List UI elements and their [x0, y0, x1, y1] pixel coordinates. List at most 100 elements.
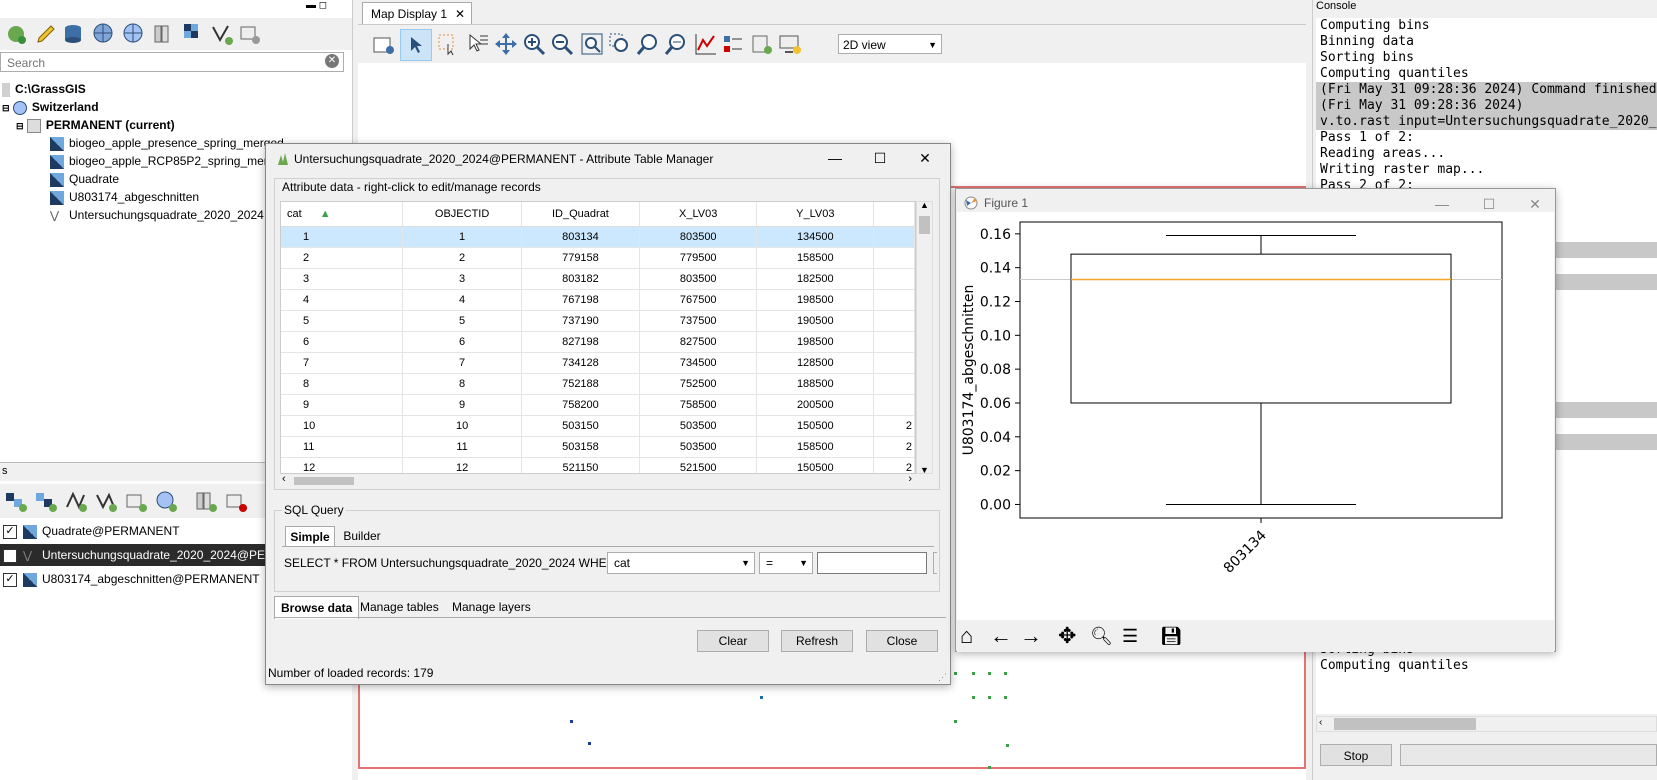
layer-checkbox[interactable] — [3, 548, 17, 563]
table-hscrollbar[interactable]: ‹ › — [280, 473, 916, 488]
database-icon[interactable] — [62, 22, 86, 46]
clear-button[interactable]: Clear — [697, 630, 769, 652]
select-icon[interactable] — [436, 32, 460, 56]
table-row[interactable]: 11 11 503158 503500 158500 2 — [281, 436, 915, 458]
tab-browse-data[interactable]: Browse data — [274, 596, 360, 619]
table-row[interactable]: 7 7 734128 734500 128500 — [281, 352, 915, 374]
attribute-table[interactable]: cat ▲ OBJECTID ID_Quadrat X_LV03 Y_LV03 1 1 803… — [280, 201, 916, 474]
collapse-icon[interactable]: ⊟ — [2, 103, 10, 113]
minimize-button[interactable]: — — [825, 150, 845, 166]
maximize-button[interactable]: ☐ — [1479, 196, 1499, 212]
search-box[interactable]: ✕ — [0, 52, 344, 72]
search-input[interactable] — [5, 54, 319, 72]
analyze-icon[interactable] — [694, 32, 718, 56]
figure-canvas[interactable]: 0.00 0.02 0.04 0.06 0.08 0.10 0.12 0.14 0.16 8031… — [957, 212, 1554, 620]
chevron-up-icon[interactable]: ▲ — [920, 200, 929, 210]
configure-subplots-icon[interactable]: ☰ — [1122, 624, 1138, 648]
chevron-left-icon[interactable]: ‹ — [282, 473, 286, 485]
print-display-icon[interactable] — [778, 32, 802, 56]
layer-checkbox[interactable]: ✓ — [3, 524, 17, 539]
mapset-icon[interactable] — [152, 22, 176, 46]
display-map-icon[interactable] — [372, 32, 396, 56]
column-header[interactable]: X_LV03 — [639, 202, 758, 227]
tab-manage-tables[interactable]: Manage tables — [354, 596, 445, 618]
home-icon[interactable]: ⌂ — [960, 624, 973, 648]
apply-button-edge[interactable] — [933, 552, 937, 574]
save-figure-icon[interactable]: 💾︎ — [1160, 624, 1183, 648]
table-row[interactable]: 3 3 803182 803500 182500 — [281, 268, 915, 290]
zoom-options-icon[interactable] — [664, 32, 688, 56]
zoom-icon[interactable]: 🔍︎ — [1090, 624, 1113, 648]
zoom-extent-icon[interactable] — [580, 32, 604, 56]
forward-arrow-icon[interactable]: → — [1020, 624, 1042, 648]
location-icon[interactable] — [92, 22, 116, 46]
table-row[interactable]: 1 1 803134 803500 134500 — [281, 226, 915, 248]
tree-layer-raster[interactable]: Quadrate — [50, 170, 119, 188]
tab-manage-layers[interactable]: Manage layers — [446, 596, 537, 618]
tree-grassdb[interactable]: C:\GrassGIS — [2, 80, 86, 98]
query-icon[interactable] — [466, 32, 490, 56]
table-row[interactable]: 10 10 503150 503500 150500 2 — [281, 415, 915, 437]
stop-button[interactable]: Stop — [1320, 744, 1392, 766]
tab-builder[interactable]: Builder — [337, 526, 387, 546]
collapse-icon[interactable]: ⊟ — [16, 121, 24, 131]
table-row[interactable]: 6 6 827198 827500 198500 — [281, 331, 915, 353]
zoom-region-icon[interactable] — [608, 32, 632, 56]
add-vector-icon[interactable] — [210, 22, 234, 46]
sql-value-input[interactable] — [817, 552, 927, 574]
zoom-back-icon[interactable] — [636, 32, 660, 56]
tree-layer-raster[interactable]: biogeo_apple_presence_spring_merged — [50, 134, 284, 152]
table-row[interactable]: 9 9 758200 758500 200500 — [281, 394, 915, 416]
column-header[interactable]: ID_Quadrat — [521, 202, 641, 227]
table-vscrollbar[interactable]: ▲ ▼ — [916, 200, 933, 475]
add-web-service-icon[interactable] — [154, 489, 178, 513]
tree-location[interactable]: ⊟ Switzerland — [2, 98, 99, 116]
tree-mapset[interactable]: ⊟ PERMANENT (current) — [16, 116, 175, 134]
import-icon[interactable] — [238, 22, 262, 46]
pan-icon[interactable]: ✥ — [1058, 624, 1076, 648]
refresh-button[interactable]: Refresh — [781, 630, 853, 652]
sql-operator-select[interactable]: = ▼ — [759, 552, 813, 574]
chevron-left-icon[interactable]: ‹ — [1319, 717, 1322, 728]
panel-window-controls[interactable]: ▬ ◻ — [306, 0, 327, 11]
add-various-raster-icon[interactable] — [34, 489, 58, 513]
save-display-icon[interactable] — [750, 32, 774, 56]
tab-simple[interactable]: Simple — [285, 526, 335, 546]
sql-column-select[interactable]: cat ▼ — [607, 552, 755, 574]
column-header[interactable]: cat ▲ — [281, 202, 404, 227]
add-various-vector-icon[interactable] — [94, 489, 118, 513]
overlay-icon[interactable] — [722, 32, 746, 56]
back-arrow-icon[interactable]: ← — [990, 624, 1012, 648]
pointer-tool-selected[interactable] — [400, 29, 432, 61]
column-header[interactable] — [873, 202, 915, 227]
chevron-right-icon[interactable]: › — [908, 473, 912, 485]
new-location-icon[interactable] — [122, 22, 146, 46]
zoom-in-icon[interactable] — [522, 32, 546, 56]
add-raster-icon[interactable] — [182, 22, 206, 46]
tree-layer-raster[interactable]: biogeo_apple_RCP85P2_spring_merged — [50, 152, 288, 170]
pencil-icon[interactable] — [34, 22, 58, 46]
pan-icon[interactable] — [494, 32, 518, 56]
maximize-button[interactable]: ☐ — [870, 150, 890, 166]
column-header[interactable]: OBJECTID — [402, 202, 522, 227]
table-row[interactable]: 2 2 779158 779500 158500 — [281, 247, 915, 269]
clear-search-icon[interactable]: ✕ — [325, 54, 339, 68]
add-group-icon[interactable] — [194, 489, 218, 513]
scroll-thumb[interactable] — [919, 216, 930, 234]
close-button[interactable]: ✕ — [1525, 196, 1545, 212]
table-row[interactable]: 12 12 521150 521500 150500 2 — [281, 457, 915, 473]
resize-grip-icon[interactable]: ⋰ — [938, 672, 947, 683]
add-raster-layer-icon[interactable] — [4, 489, 28, 513]
remove-layer-icon[interactable] — [224, 489, 248, 513]
close-button[interactable]: ✕ — [915, 150, 935, 166]
console-command-input[interactable] — [1400, 744, 1657, 766]
console-scroll-thumb[interactable] — [1334, 718, 1476, 730]
attribute-grid[interactable]: cat ▲ OBJECTID ID_Quadrat X_LV03 Y_LV03 1 1 803… — [281, 202, 915, 473]
tab-map-display[interactable]: Map Display 1 ✕ — [362, 2, 472, 24]
layer-checkbox[interactable]: ✓ — [3, 572, 17, 587]
close-dialog-button[interactable]: Close — [866, 630, 938, 652]
view-mode-select[interactable]: 2D view ▼ — [838, 34, 942, 54]
scroll-thumb[interactable] — [294, 477, 354, 485]
chevron-down-icon[interactable]: ▼ — [920, 465, 929, 475]
tree-layer-vector[interactable]: ⋁ Untersuchungsquadrate_2020_2024 — [50, 206, 264, 224]
